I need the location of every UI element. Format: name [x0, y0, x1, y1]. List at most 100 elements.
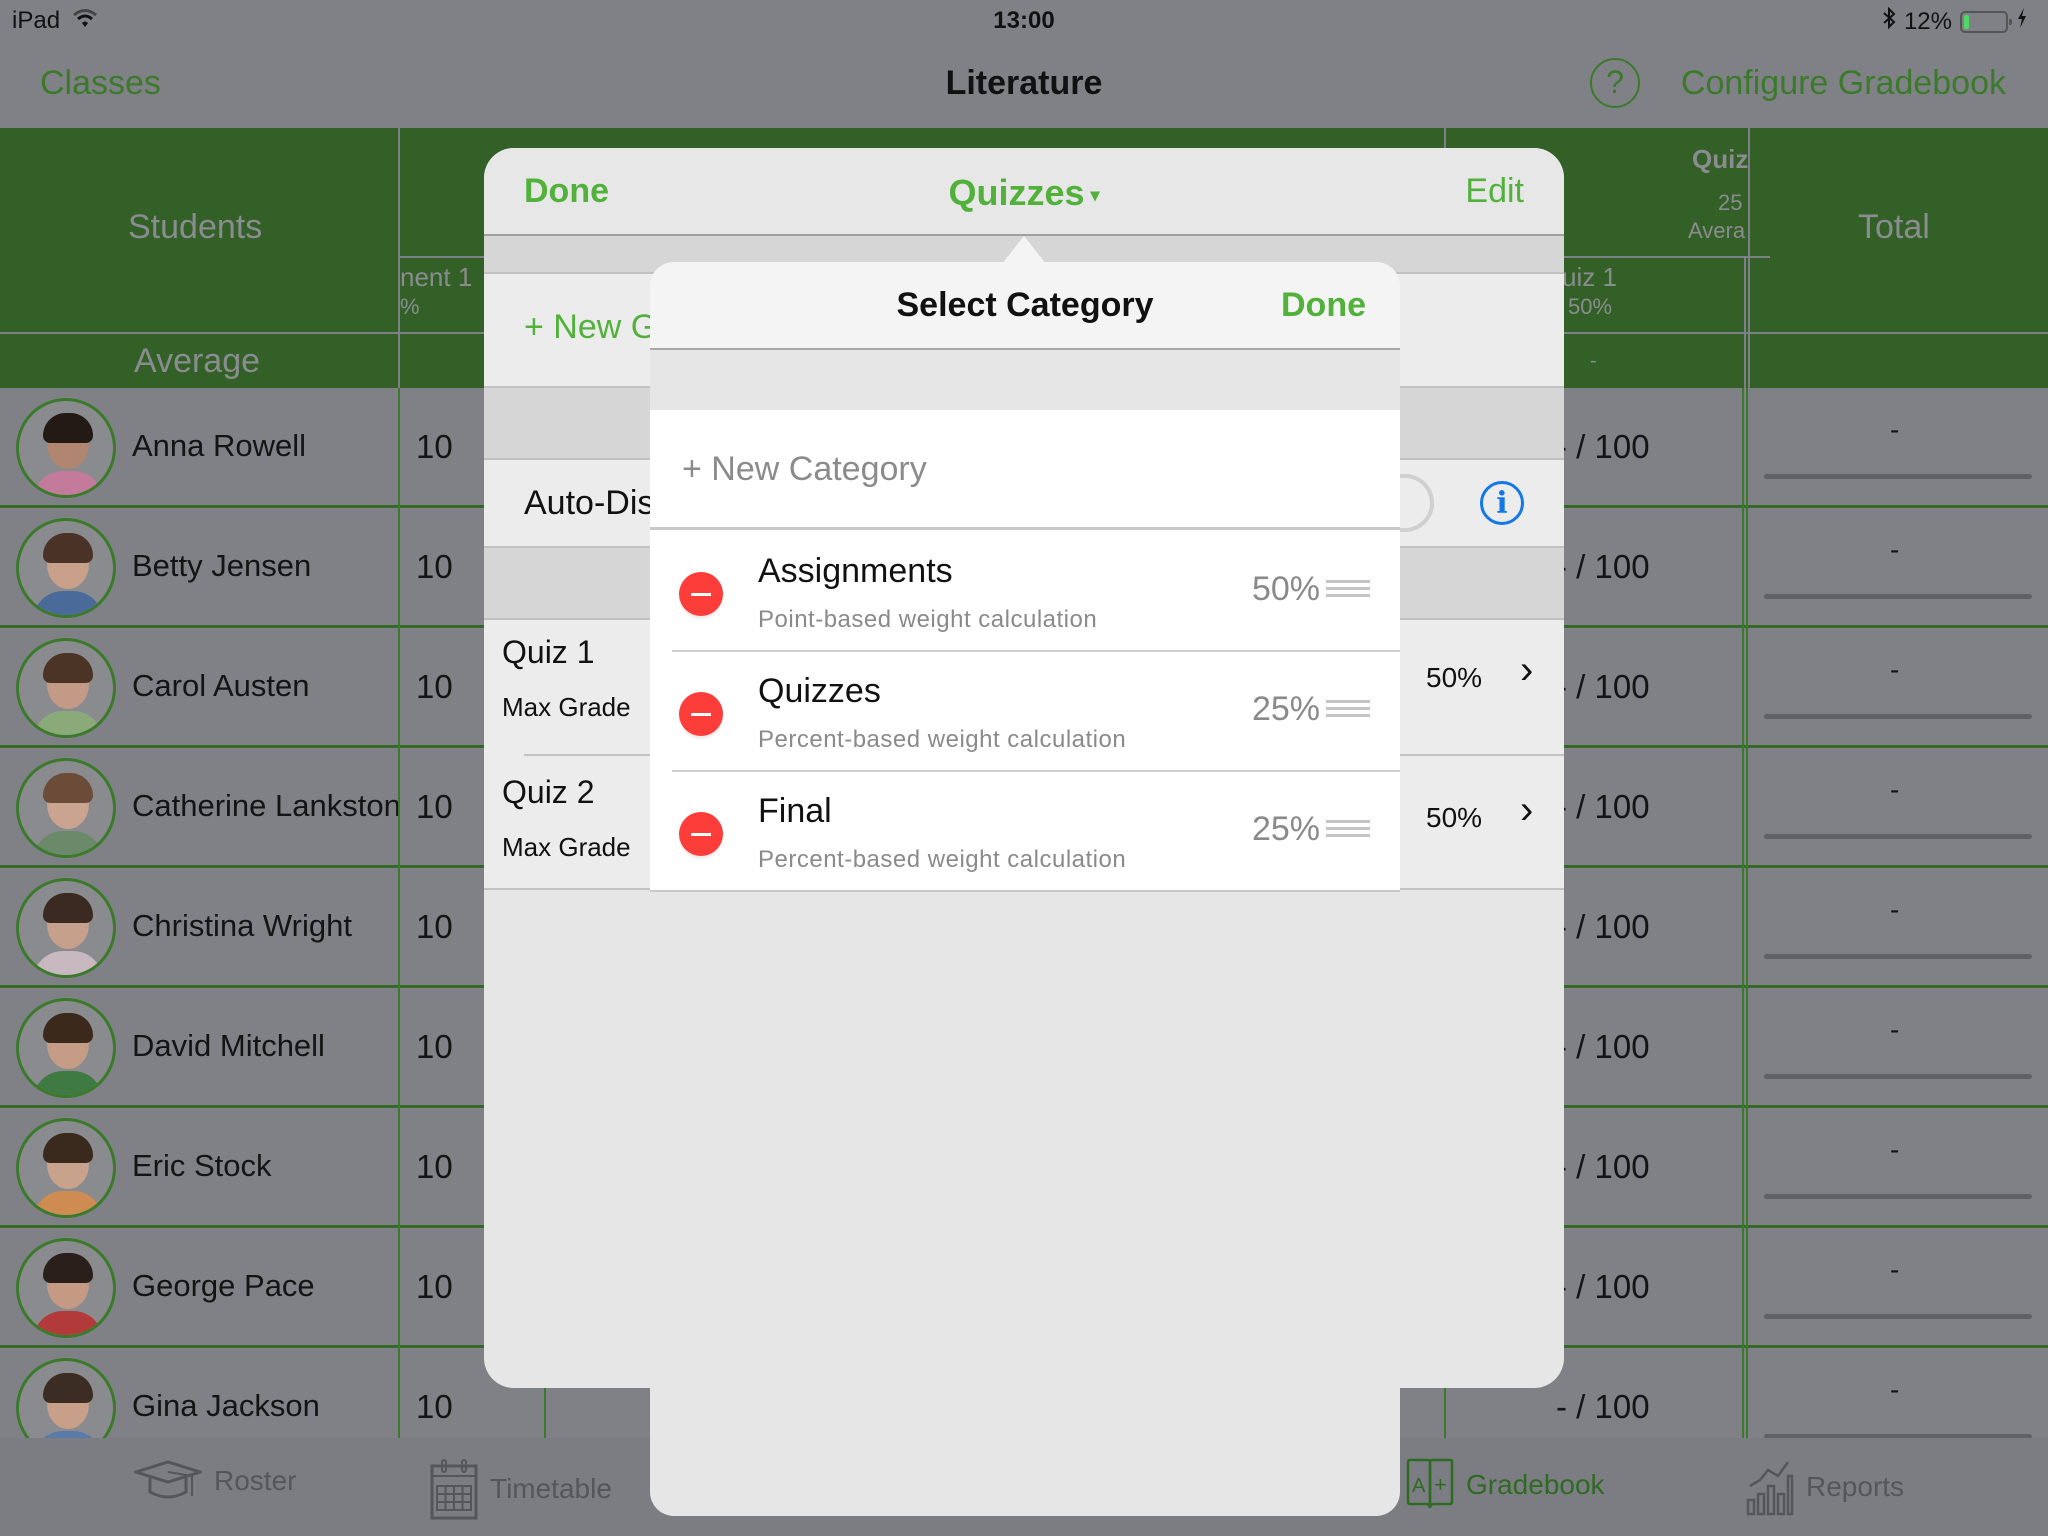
avatar-hair	[43, 653, 93, 683]
category-selector-button[interactable]: Quizzes ▾	[484, 172, 1564, 214]
category-list: Assignments Point-based weight calculatio…	[650, 530, 1400, 892]
avatar-hair	[43, 413, 93, 443]
tab-label: Roster	[214, 1465, 297, 1496]
popover-edit-button[interactable]: Edit	[1465, 172, 1524, 211]
total-value: -	[1890, 1134, 1900, 1165]
reorder-handle-icon[interactable]	[1326, 700, 1370, 718]
assignment-grade-cell[interactable]: 10	[416, 1028, 453, 1066]
category-row[interactable]: Quizzes Percent-based weight calculation 2…	[650, 650, 1400, 770]
avatar	[16, 1238, 116, 1338]
new-category-button[interactable]: + New Category	[682, 450, 927, 489]
avatar	[16, 638, 116, 738]
quiz-grade-cell[interactable]: - / 100	[1556, 1028, 1650, 1066]
chevron-down-icon: ▾	[1090, 184, 1100, 205]
tab-label: Timetable	[490, 1473, 612, 1504]
assignment-grade-cell[interactable]: 10	[416, 1148, 453, 1186]
assignment-grade-cell[interactable]: 10	[416, 1388, 453, 1426]
avatar-hair	[43, 1373, 93, 1403]
avatar-body	[33, 1071, 103, 1095]
tab-timetable[interactable]: Timetable	[430, 1458, 612, 1520]
avatar-body	[33, 711, 103, 735]
total-value: -	[1890, 894, 1900, 925]
category-row[interactable]: Final Percent-based weight calculation 25%	[650, 770, 1400, 890]
info-icon[interactable]: i	[1480, 481, 1524, 525]
avatar	[16, 878, 116, 978]
total-header: Total	[1858, 208, 1930, 246]
status-bar: iPad 13:00 12%	[0, 0, 2048, 40]
quiz-grade-cell[interactable]: - / 100	[1556, 1388, 1650, 1426]
category-name: Final	[758, 792, 832, 830]
configure-gradebook-button[interactable]: Configure Gradebook	[1681, 64, 2006, 103]
total-progress-bar	[1764, 1074, 2032, 1079]
avatar-hair	[43, 533, 93, 563]
quiz-grade-cell[interactable]: - / 100	[1556, 1268, 1650, 1306]
assignment-grade-cell[interactable]: 10	[416, 548, 453, 586]
select-category-popover: Select Category Done + New Category Assi…	[650, 262, 1400, 1516]
battery-level	[1964, 14, 1969, 29]
quiz1-column-header[interactable]: uiz 1	[1562, 262, 1617, 293]
quiz-grade-cell[interactable]: - / 100	[1556, 548, 1650, 586]
quiz-item-name: Quiz 2	[502, 774, 595, 810]
popover-arrow	[1002, 236, 1046, 264]
quiz-grade-cell[interactable]: - / 100	[1556, 668, 1650, 706]
reorder-handle-icon[interactable]	[1326, 580, 1370, 598]
avatar-body	[33, 951, 103, 975]
chevron-right-icon[interactable]: ›	[1520, 788, 1533, 833]
gradebook-book-icon: A +	[1406, 1458, 1454, 1512]
select-category-done-button[interactable]: Done	[1281, 286, 1366, 325]
avatar-body	[33, 591, 103, 615]
tab-roster[interactable]: Roster	[134, 1458, 296, 1504]
new-grade-button[interactable]: + New G	[524, 308, 657, 347]
quiz-grade-cell[interactable]: - / 100	[1556, 908, 1650, 946]
students-column-divider	[398, 128, 400, 388]
reorder-handle-icon[interactable]	[1326, 820, 1370, 838]
students-header: Students	[128, 208, 263, 246]
average-label: Average	[134, 342, 261, 380]
quiz-group-header[interactable]: Quiz	[1692, 144, 1748, 175]
svg-text:A: A	[1412, 1475, 1426, 1497]
category-row[interactable]: Assignments Point-based weight calculatio…	[650, 530, 1400, 650]
chevron-right-icon[interactable]: ›	[1520, 648, 1533, 693]
assignment-grade-cell[interactable]: 10	[416, 668, 453, 706]
category-description: Percent-based weight calculation	[758, 846, 1127, 873]
avatar	[16, 758, 116, 858]
assignment-grade-cell[interactable]: 10	[416, 1268, 453, 1306]
quiz-grade-cell[interactable]: - / 100	[1556, 788, 1650, 826]
student-name: George Pace	[132, 1268, 315, 1303]
category-title: Quizzes	[948, 172, 1085, 213]
grade-column-divider	[398, 388, 400, 1438]
assignment-column-header[interactable]: nent 1	[400, 262, 472, 293]
quiz1-average: -	[1590, 350, 1597, 372]
assignment-column-weight: %	[400, 294, 420, 319]
help-icon[interactable]: ?	[1590, 58, 1640, 108]
quiz-grade-cell[interactable]: - / 100	[1556, 1148, 1650, 1186]
total-value: -	[1890, 534, 1900, 565]
student-name: Christina Wright	[132, 908, 352, 943]
category-description: Point-based weight calculation	[758, 606, 1098, 633]
delete-category-icon[interactable]	[679, 812, 723, 856]
student-name: Carol Austen	[132, 668, 310, 703]
avatar-hair	[43, 893, 93, 923]
total-progress-bar	[1764, 954, 2032, 959]
tab-reports[interactable]: Reports	[1746, 1458, 1904, 1516]
delete-category-icon[interactable]	[679, 692, 723, 736]
category-description: Percent-based weight calculation	[758, 726, 1127, 753]
quiz-group-weight: 25	[1718, 190, 1743, 215]
bluetooth-icon	[1882, 6, 1896, 36]
total-progress-bar	[1764, 1194, 2032, 1199]
charging-bolt-icon	[2016, 7, 2028, 36]
quiz-grade-cell[interactable]: - / 100	[1556, 428, 1650, 466]
student-name: Eric Stock	[132, 1148, 272, 1183]
tab-gradebook[interactable]: A + Gradebook	[1406, 1458, 1605, 1512]
delete-category-icon[interactable]	[679, 572, 723, 616]
new-category-cell[interactable]: + New Category	[650, 410, 1400, 530]
assignment-grade-cell[interactable]: 10	[416, 428, 453, 466]
battery-percent: 12%	[1903, 7, 1952, 35]
avatar	[16, 398, 116, 498]
quiz-column-divider-a	[1742, 388, 1744, 1438]
total-value: -	[1890, 414, 1900, 445]
graduation-cap-icon	[134, 1458, 202, 1504]
assignment-grade-cell[interactable]: 10	[416, 908, 453, 946]
assignment-grade-cell[interactable]: 10	[416, 788, 453, 826]
category-name: Assignments	[758, 552, 953, 590]
